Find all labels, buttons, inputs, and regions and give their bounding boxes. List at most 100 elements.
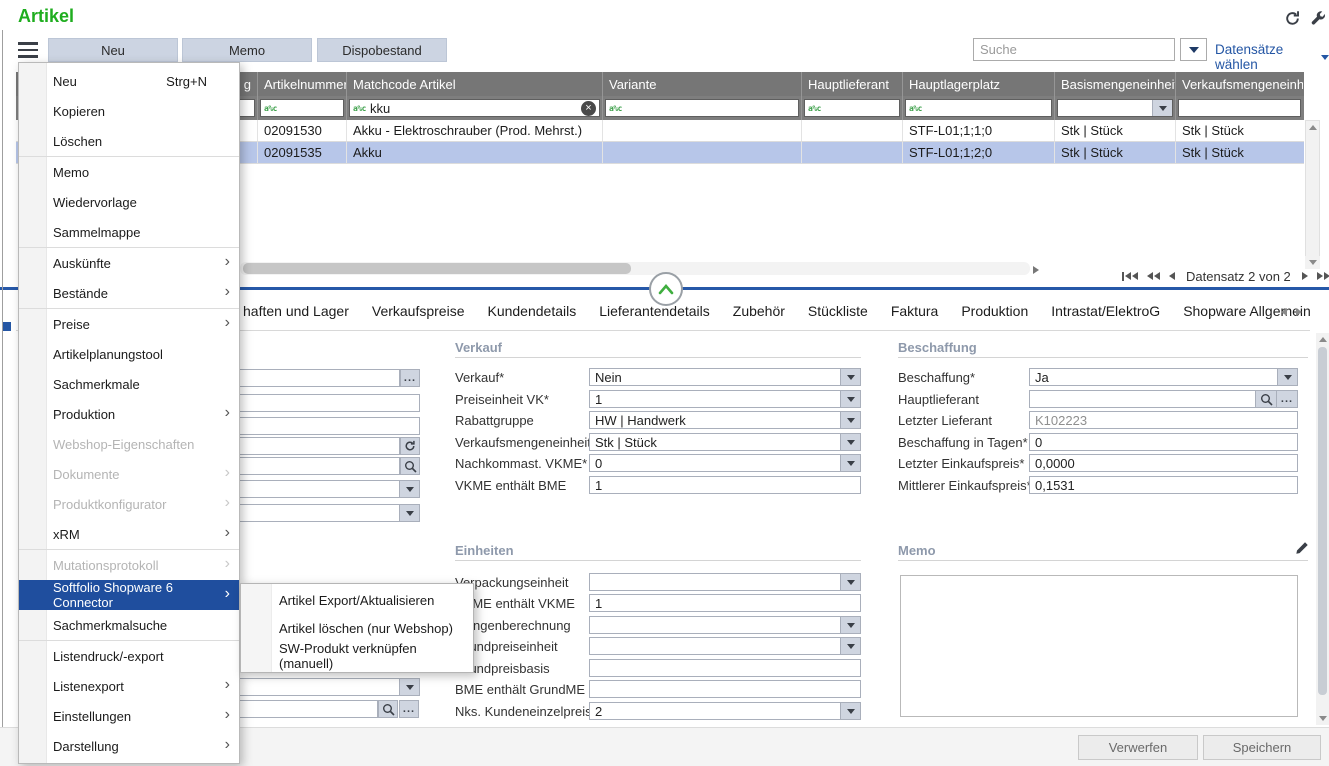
prev-page-button[interactable] [1145,272,1162,280]
beschaffung-in-tagen-input[interactable]: 0 [1029,433,1298,451]
records-select-dropdown[interactable]: Datensätze wählen [1215,42,1329,72]
menu-item-auskuenfte[interactable]: Auskünfte› [19,248,239,278]
menu-item-produktion[interactable]: Produktion› [19,399,239,429]
menu-item-loeschen[interactable]: Löschen [19,126,239,156]
tab-intrastat-elektrog[interactable]: Intrastat/ElektroG [1051,303,1160,319]
wrench-icon[interactable] [1308,8,1328,28]
dropdown-button[interactable] [840,434,860,450]
search-field-button[interactable] [378,700,398,718]
tab-kundendetails[interactable]: Kundendetails [487,303,576,319]
tab-scroll-right-button[interactable] [1296,308,1302,316]
verkauf-select[interactable]: Nein [589,368,861,386]
memo-textarea[interactable] [900,575,1298,717]
tab-stueckliste[interactable]: Stückliste [808,303,868,319]
mengenberechnung-select[interactable] [589,616,861,634]
dropdown-button[interactable] [840,638,860,654]
column-header-verkaufsmengeneinheit[interactable]: Verkaufsmengeneinheit [1176,72,1303,96]
menu-item-neu[interactable]: NeuStrg+N [19,66,239,96]
memo-button[interactable]: Memo [182,38,312,62]
tab-zubehoer[interactable]: Zubehör [733,303,785,319]
menu-item-kopieren[interactable]: Kopieren [19,96,239,126]
grundpreiseinheit-select[interactable] [589,637,861,655]
menu-item-xrm[interactable]: xRM› [19,519,239,549]
verpackungseinheit-select[interactable] [589,573,861,591]
filter-mode-icon[interactable]: a%c [805,104,823,113]
rabattgruppe-select[interactable]: HW | Handwerk [589,411,861,429]
scroll-up-icon[interactable] [1319,337,1327,342]
filter-mode-icon[interactable]: a%c [906,104,924,113]
dropdown-button[interactable] [399,505,419,521]
filter-mode-icon[interactable]: a%c [350,104,368,113]
search-field-button[interactable] [400,457,420,475]
filter-mode-icon[interactable]: a%c [261,104,279,113]
menu-item-bestaende[interactable]: Bestände› [19,278,239,308]
refresh-field-button[interactable] [400,437,420,455]
grundpreisbasis-input[interactable] [589,659,861,677]
next-page-button[interactable] [1315,272,1329,280]
menu-item-memo[interactable]: Memo [19,157,239,187]
column-header-matchcode[interactable]: Matchcode Artikel [347,72,603,96]
tab-produktion[interactable]: Produktion [961,303,1028,319]
scroll-up-icon[interactable] [1309,125,1317,130]
column-header-hauptlieferant[interactable]: Hauptlieferant [802,72,903,96]
dropdown-button[interactable] [840,617,860,633]
filter-hauptlagerplatz-input[interactable] [924,101,1051,116]
menu-item-wiedervorlage[interactable]: Wiedervorlage [19,187,239,217]
clear-filter-icon[interactable]: × [581,101,596,116]
menu-item-listendruck-export[interactable]: Listendruck/-export [19,641,239,671]
next-record-button[interactable] [1300,272,1310,280]
refresh-icon[interactable] [1282,8,1302,28]
column-header-hauptlagerplatz[interactable]: Hauptlagerplatz [903,72,1055,96]
filter-variante-input[interactable] [624,101,798,116]
dropdown-button[interactable] [399,679,419,695]
tab-lieferantendetails[interactable]: Lieferantendetails [599,303,710,319]
column-header-basismengeneinheit[interactable]: Basismengeneinheit [1055,72,1176,96]
menu-item-sachmerkmalsuche[interactable]: Sachmerkmalsuche [19,610,239,640]
verwerfen-button[interactable]: Verwerfen [1078,735,1198,760]
column-header-variante[interactable]: Variante [603,72,802,96]
tab-verkaufspreise[interactable]: Verkaufspreise [372,303,465,319]
menu-item-softfolio-shopware-6-connector[interactable]: Softfolio Shopware 6 Connector› [19,580,239,610]
speichern-button[interactable]: Speichern [1203,735,1321,760]
search-filter-dropdown[interactable] [1180,38,1207,61]
collapse-grid-button[interactable] [649,272,683,306]
ellipsis-button[interactable]: ... [400,369,420,387]
dropdown-button[interactable] [840,391,860,407]
vpme-enthaelt-vkme-input[interactable]: 1 [589,594,861,612]
dropdown-button[interactable] [1152,100,1172,116]
nachkommast-vkme-select[interactable]: 0 [589,454,861,472]
filter-verkaufsmengeneinheit-input[interactable] [1179,101,1300,116]
preiseinheit-vk-select[interactable]: 1 [589,390,861,408]
verkaufsmengeneinheit-select[interactable]: Stk | Stück [589,433,861,451]
ellipsis-button[interactable]: ... [399,700,419,718]
menu-item-einstellungen[interactable]: Einstellungen› [19,701,239,731]
menu-item-preise[interactable]: Preise› [19,309,239,339]
search-button[interactable] [1255,391,1276,407]
tab-scroll-left-button[interactable] [1281,308,1287,316]
filter-artikelnummer-input[interactable] [279,101,343,116]
menu-item-artikelplanungstool[interactable]: Artikelplanungstool [19,339,239,369]
nks-kundeneinzelpreis-select[interactable]: 2 [589,702,861,720]
menu-item-sammelmappe[interactable]: Sammelmappe [19,217,239,247]
dropdown-button[interactable] [840,369,860,385]
submenu-item-artikel-loeschen-nur-webshop[interactable]: Artikel löschen (nur Webshop) [241,614,473,642]
column-header-artikelnummer[interactable]: Artikelnummer [258,72,347,96]
scroll-right-button[interactable] [1033,264,1045,275]
first-record-button[interactable] [1120,272,1140,281]
dispobestand-button[interactable]: Dispobestand [317,38,447,62]
filter-matchcode-input[interactable] [368,101,581,116]
tab-faktura[interactable]: Faktura [891,303,938,319]
bme-enthaelt-grundme-input[interactable] [589,680,861,698]
prev-record-button[interactable] [1167,272,1177,280]
horizontal-scroll-thumb[interactable] [243,263,631,274]
mittlerer-einkaufspreis-input[interactable]: 0,1531 [1029,476,1298,494]
vkme-enthaelt-bme-input[interactable]: 1 [589,476,861,494]
dropdown-button[interactable] [840,412,860,428]
scroll-down-icon[interactable] [1319,716,1327,721]
grid-vertical-scrollbar[interactable] [1305,120,1320,268]
submenu-item-sw-produkt-verknuepfen-manuell[interactable]: SW-Produkt verknüpfen (manuell) [241,642,473,670]
detail-vertical-scrollbar[interactable] [1316,333,1329,725]
filter-mode-icon[interactable]: a%c [606,104,624,113]
menu-item-darstellung[interactable]: Darstellung› [19,731,239,761]
dropdown-button[interactable] [840,574,860,590]
